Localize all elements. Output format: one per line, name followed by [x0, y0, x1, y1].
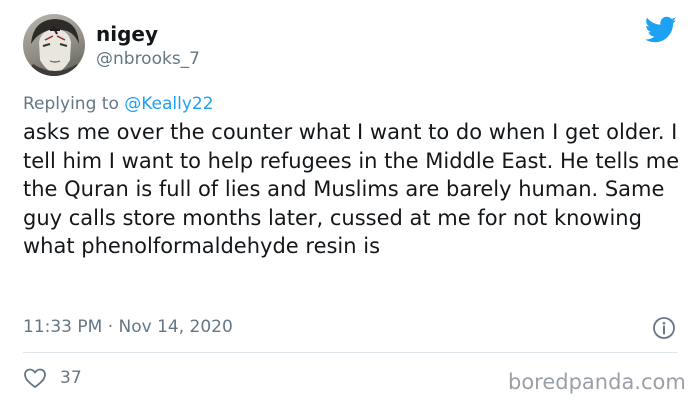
info-icon[interactable] [652, 316, 676, 340]
like-count: 37 [60, 368, 82, 388]
tweet-text: asks me over the counter what I want to … [23, 120, 680, 258]
watermark: boredpanda.com [508, 370, 686, 394]
display-name[interactable]: nigey [96, 22, 158, 46]
twitter-bird-icon[interactable] [645, 16, 677, 44]
tweet-card: nigey @nbrooks_7 Replying to @Keally22 a… [0, 0, 700, 406]
heart-icon[interactable] [23, 367, 47, 389]
tweet-timestamp[interactable]: 11:33 PM · Nov 14, 2020 [23, 316, 233, 338]
reply-mention-link[interactable]: @Keally22 [124, 94, 213, 114]
avatar[interactable] [23, 14, 85, 76]
reply-prefix: Replying to [23, 94, 125, 114]
user-handle[interactable]: @nbrooks_7 [96, 48, 200, 70]
divider [23, 352, 678, 353]
reply-context: Replying to @Keally22 [23, 93, 214, 115]
